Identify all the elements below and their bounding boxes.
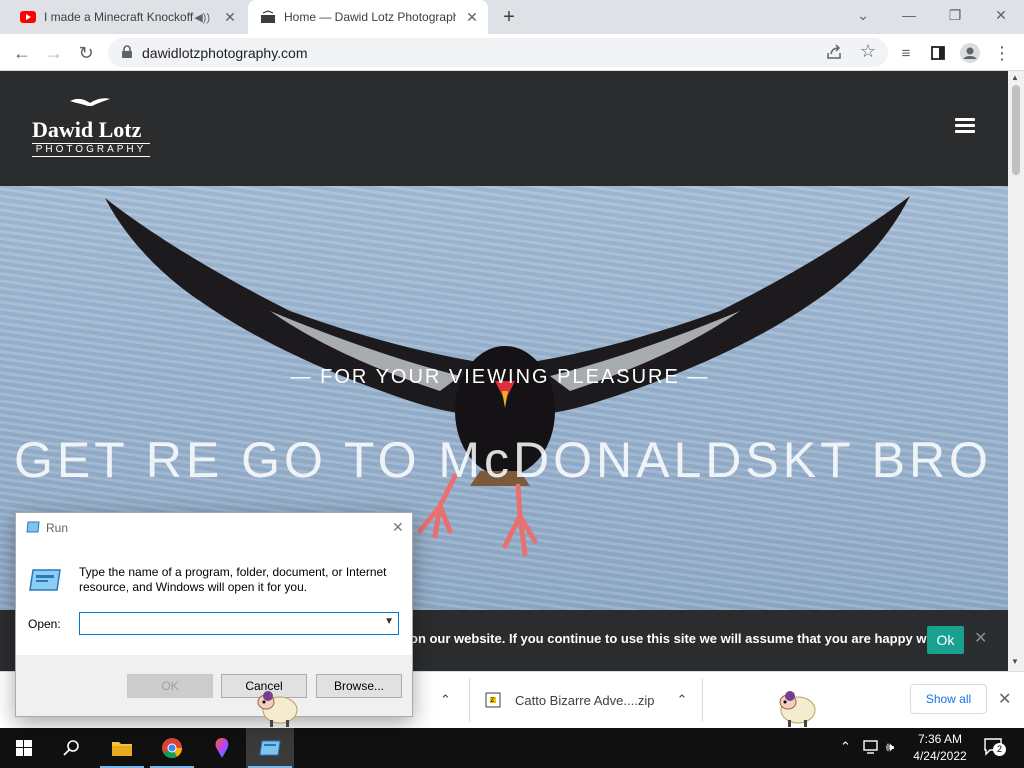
close-tab-icon[interactable]: ✕ — [222, 9, 238, 25]
cookie-message: on our website. If you continue to use t… — [410, 631, 958, 646]
site-favicon — [260, 9, 276, 25]
chevron-down-icon[interactable]: ▼ — [384, 616, 394, 627]
tab-strip: I made a Minecraft Knockoff ◀)) ✕ Home —… — [0, 0, 1024, 34]
site-header: Dawid Lotz PHOTOGRAPHY — [0, 71, 1008, 186]
svg-text:Z: Z — [491, 698, 495, 704]
run-description: Type the name of a program, folder, docu… — [79, 565, 387, 594]
forward-icon[interactable]: → — [40, 39, 68, 67]
run-icon — [26, 521, 40, 533]
open-input[interactable] — [83, 615, 373, 632]
scroll-down-icon[interactable]: ▼ — [1011, 657, 1019, 666]
tab-title: Home — Dawid Lotz Photograph — [284, 10, 456, 24]
clock[interactable]: 7:36 AM 4/24/2022 — [905, 731, 975, 765]
side-panel-icon[interactable] — [924, 39, 952, 67]
bookmark-star-icon[interactable]: ☆ — [860, 41, 876, 62]
logo-subtitle: PHOTOGRAPHY — [32, 143, 150, 157]
browse-button[interactable]: Browse... — [316, 674, 402, 698]
download-chevron-icon[interactable]: ⌃ — [676, 692, 687, 708]
browser-toolbar: ← → ↻ dawidlotzphotography.com ☆ ≡ ⋮ — [0, 34, 1024, 71]
run-title: Run — [46, 521, 69, 535]
run-large-icon — [29, 569, 61, 591]
share-icon[interactable] — [826, 44, 842, 60]
run-app-icon[interactable] — [246, 728, 294, 768]
show-hidden-icons-icon[interactable]: ⌃ — [840, 739, 851, 755]
new-tab-button[interactable]: + — [498, 6, 520, 28]
logo-name: Dawid Lotz — [32, 117, 142, 142]
zip-file-icon: Z — [485, 692, 501, 708]
search-icon[interactable] — [48, 728, 96, 768]
clock-time: 7:36 AM — [917, 732, 963, 746]
page-scrollbar[interactable]: ▲ ▼ — [1008, 71, 1024, 671]
network-icon[interactable] — [862, 739, 880, 758]
notifications-icon[interactable]: 2 — [983, 737, 1006, 760]
open-combobox[interactable]: ▼ — [79, 612, 399, 635]
tab-title: I made a Minecraft Knockoff — [44, 10, 194, 24]
divider — [702, 678, 703, 722]
tab-youtube[interactable]: I made a Minecraft Knockoff ◀)) ✕ — [8, 0, 246, 34]
reading-list-icon[interactable]: ≡ — [892, 39, 920, 67]
reload-icon[interactable]: ↻ — [72, 39, 100, 67]
open-label: Open: — [28, 617, 61, 631]
profile-avatar[interactable] — [956, 39, 984, 67]
paint3d-icon[interactable] — [198, 728, 246, 768]
close-window-button[interactable]: ✕ — [978, 0, 1024, 30]
hamburger-menu-icon[interactable] — [955, 118, 975, 134]
youtube-icon — [20, 9, 36, 25]
close-dialog-icon[interactable]: ✕ — [392, 519, 404, 536]
scroll-up-icon[interactable]: ▲ — [1011, 73, 1019, 82]
ok-button[interactable]: OK — [127, 674, 213, 698]
clock-date: 4/24/2022 — [913, 749, 967, 763]
minimize-button[interactable]: — — [886, 0, 932, 30]
tab-dawid-lotz[interactable]: Home — Dawid Lotz Photograph ✕ — [248, 0, 488, 34]
bird-logo-icon — [70, 98, 110, 106]
windows-taskbar: ⌃ 🕪 7:36 AM 4/24/2022 2 — [0, 728, 1024, 768]
download-filename: Catto Bizarre Adve....zip — [515, 692, 655, 708]
download-chevron-icon[interactable]: ⌃ — [440, 678, 451, 722]
file-explorer-icon[interactable] — [98, 728, 146, 768]
restore-button[interactable]: ❐ — [932, 0, 978, 30]
run-titlebar[interactable]: Run ✕ — [16, 513, 412, 543]
close-shelf-icon[interactable]: ✕ — [998, 689, 1011, 709]
windows-start-icon[interactable] — [0, 728, 48, 768]
lock-icon — [122, 45, 132, 58]
close-tab-icon[interactable]: ✕ — [464, 9, 480, 25]
divider — [469, 678, 470, 722]
tab-search-icon[interactable]: ⌄ — [840, 0, 886, 30]
screen: I made a Minecraft Knockoff ◀)) ✕ Home —… — [0, 0, 1024, 768]
speaker-icon[interactable]: ◀)) — [194, 11, 210, 24]
scrollbar-thumb[interactable] — [1012, 85, 1020, 175]
run-dialog: Run ✕ Type the name of a program, folder… — [15, 512, 413, 717]
chrome-icon[interactable] — [148, 728, 196, 768]
download-item[interactable]: Z Catto Bizarre Adve....zip ⌃ — [485, 678, 687, 722]
address-bar[interactable]: dawidlotzphotography.com ☆ — [108, 38, 888, 67]
run-body: Type the name of a program, folder, docu… — [16, 543, 412, 655]
notification-count-badge: 2 — [993, 743, 1006, 756]
cookie-ok-button[interactable]: Ok — [927, 626, 964, 654]
cookie-close-icon[interactable]: ✕ — [974, 628, 987, 648]
show-all-button[interactable]: Show all — [910, 684, 987, 714]
hero-headline: GET RE GO TO McDONALDSKT BRO — [14, 432, 992, 488]
hero-tagline: — FOR YOUR VIEWING PLEASURE — — [290, 366, 710, 388]
volume-icon[interactable]: 🕪 — [886, 739, 894, 755]
sheep-mascot[interactable] — [774, 688, 818, 728]
sheep-mascot[interactable] — [256, 688, 300, 728]
url-text: dawidlotzphotography.com — [142, 45, 308, 61]
menu-kebab-icon[interactable]: ⋮ — [988, 39, 1016, 67]
back-icon[interactable]: ← — [8, 39, 36, 67]
